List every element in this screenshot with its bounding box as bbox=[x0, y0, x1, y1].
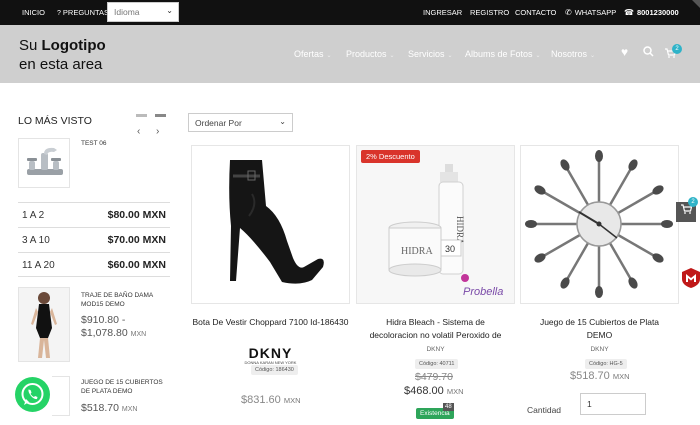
product-code: Código: 40711 bbox=[415, 359, 459, 369]
nav-nosotros[interactable]: Nosotros ⌄ bbox=[551, 49, 595, 59]
product-title[interactable]: Juego de 15 Cubiertos de Plata DEMO bbox=[520, 316, 679, 342]
whatsapp-icon: ✆ bbox=[565, 8, 572, 17]
boot-image bbox=[229, 160, 324, 284]
faucet-thumbnail[interactable] bbox=[18, 138, 70, 188]
product-code: Código: 186430 bbox=[251, 365, 298, 375]
sort-select[interactable]: Ordenar Por ⌄ bbox=[188, 113, 293, 132]
carousel-dot[interactable] bbox=[136, 114, 147, 117]
ingresar-link[interactable]: INGRESAR bbox=[423, 8, 462, 17]
whatsapp-float-button[interactable] bbox=[15, 377, 50, 412]
phone-link[interactable]: ☎ 8001230000 bbox=[624, 8, 679, 17]
carousel-dot-active[interactable] bbox=[155, 114, 166, 117]
stock-count: 48 bbox=[443, 403, 454, 411]
cutlery-thumbnail[interactable] bbox=[52, 376, 70, 416]
chevron-down-icon: ⌄ bbox=[279, 117, 286, 126]
mcafee-shield-icon[interactable] bbox=[682, 268, 700, 288]
dkny-logo: DKNY DONNA KARAN NEW YORK bbox=[244, 345, 297, 365]
product-card-hidra[interactable]: HIDRA 30 HIDRA Probella bbox=[356, 145, 515, 304]
chevron-down-icon: ⌄ bbox=[590, 53, 596, 59]
cart-count-badge: 2 bbox=[672, 44, 682, 54]
site-header: Su Logotipo en esta area Ofertas ⌄ Produc… bbox=[0, 25, 700, 83]
sidebar-product-name[interactable]: TEST 06 bbox=[81, 139, 107, 148]
product-price: $518.70 MXN bbox=[570, 370, 630, 382]
inicio-link[interactable]: INICIO bbox=[22, 8, 45, 17]
quantity-input[interactable] bbox=[580, 393, 646, 415]
tier-row: 11 A 20 $60.00 MXN bbox=[18, 252, 170, 277]
nav-albums[interactable]: Albums de Fotos ⌄ bbox=[465, 49, 541, 59]
hidra-jar-number: 30 bbox=[445, 244, 455, 254]
most-viewed-title: LO MÁS VISTO bbox=[18, 115, 92, 127]
swimsuit-image bbox=[19, 288, 69, 361]
product-card-boot[interactable] bbox=[191, 145, 350, 304]
tier-row: 3 A 10 $70.00 MXN bbox=[18, 227, 170, 252]
nav-ofertas[interactable]: Ofertas ⌄ bbox=[294, 49, 332, 59]
heart-icon[interactable]: ♥ bbox=[621, 45, 628, 59]
top-bar: INICIO ? PREGUNTAS Idioma ⌄ INGRESAR REGI… bbox=[0, 0, 700, 25]
floating-cart-badge: 2 bbox=[688, 197, 698, 207]
product-title[interactable]: Hidra Bleach - Sistema de decoloracion n… bbox=[356, 316, 515, 342]
registro-link[interactable]: REGISTRO bbox=[470, 8, 509, 17]
question-icon: ? bbox=[57, 10, 61, 17]
discount-badge: 2% Descuento bbox=[361, 150, 420, 163]
language-select[interactable]: Idioma ⌄ bbox=[107, 2, 179, 22]
cutlery-clock-image bbox=[525, 150, 673, 298]
hidra-bleach-image: HIDRA 30 HIDRA Probella bbox=[357, 146, 514, 303]
search-icon[interactable] bbox=[643, 46, 654, 60]
probella-logo: Probella bbox=[463, 286, 503, 298]
chevron-down-icon: ⌄ bbox=[447, 53, 453, 59]
chevron-left-icon[interactable]: ‹ bbox=[137, 126, 140, 137]
sidebar-product-name[interactable]: JUEGO DE 15 CUBIERTOS DE PLATA DEMO bbox=[81, 378, 171, 396]
product-price: $831.60 MXN bbox=[241, 394, 301, 406]
chevron-down-icon: ⌄ bbox=[326, 53, 332, 59]
sidebar-product-price: $910.80 - $1,078.80 MXN bbox=[81, 314, 147, 339]
whatsapp-icon bbox=[21, 383, 44, 405]
whatsapp-link[interactable]: ✆ WHATSAPP bbox=[565, 8, 616, 17]
nav-productos[interactable]: Productos ⌄ bbox=[346, 49, 395, 59]
product-title[interactable]: Bota De Vestir Choppard 7100 Id-186430 bbox=[191, 316, 350, 329]
sidebar-product-price: $518.70 MXN bbox=[81, 402, 138, 414]
site-logo[interactable]: Su Logotipo en esta area bbox=[19, 36, 106, 74]
hidra-jar-text: HIDRA bbox=[401, 246, 433, 257]
contacto-link[interactable]: CONTACTO bbox=[515, 8, 556, 17]
sidebar-product-name[interactable]: TRAJE DE BAÑO DAMA MOD15 DEMO bbox=[81, 291, 171, 309]
product-old-price: $479.70 bbox=[415, 371, 453, 383]
faucet-image bbox=[27, 147, 63, 175]
product-brand: DKNY bbox=[590, 346, 609, 353]
product-brand: DKNY bbox=[426, 346, 445, 353]
chevron-right-icon[interactable]: › bbox=[156, 126, 159, 137]
product-code: Código: HG-5 bbox=[585, 359, 627, 369]
product-card-cutlery[interactable] bbox=[520, 145, 679, 304]
nav-servicios[interactable]: Servicios ⌄ bbox=[408, 49, 453, 59]
tier-row: 1 A 2 $80.00 MXN bbox=[18, 202, 170, 227]
corner-decoration bbox=[692, 0, 700, 8]
chevron-down-icon: ⌄ bbox=[535, 53, 541, 59]
quantity-label: Cantidad bbox=[527, 405, 562, 415]
swimsuit-thumbnail[interactable] bbox=[18, 287, 70, 362]
preguntas-link[interactable]: ? PREGUNTAS bbox=[57, 8, 109, 17]
price-tier-table: 1 A 2 $80.00 MXN 3 A 10 $70.00 MXN 11 A 20… bbox=[18, 202, 170, 277]
phone-icon: ☎ bbox=[624, 8, 634, 17]
chevron-down-icon: ⌄ bbox=[389, 53, 395, 59]
product-price: $468.00 MXN bbox=[404, 385, 464, 397]
chevron-down-icon: ⌄ bbox=[166, 6, 173, 15]
